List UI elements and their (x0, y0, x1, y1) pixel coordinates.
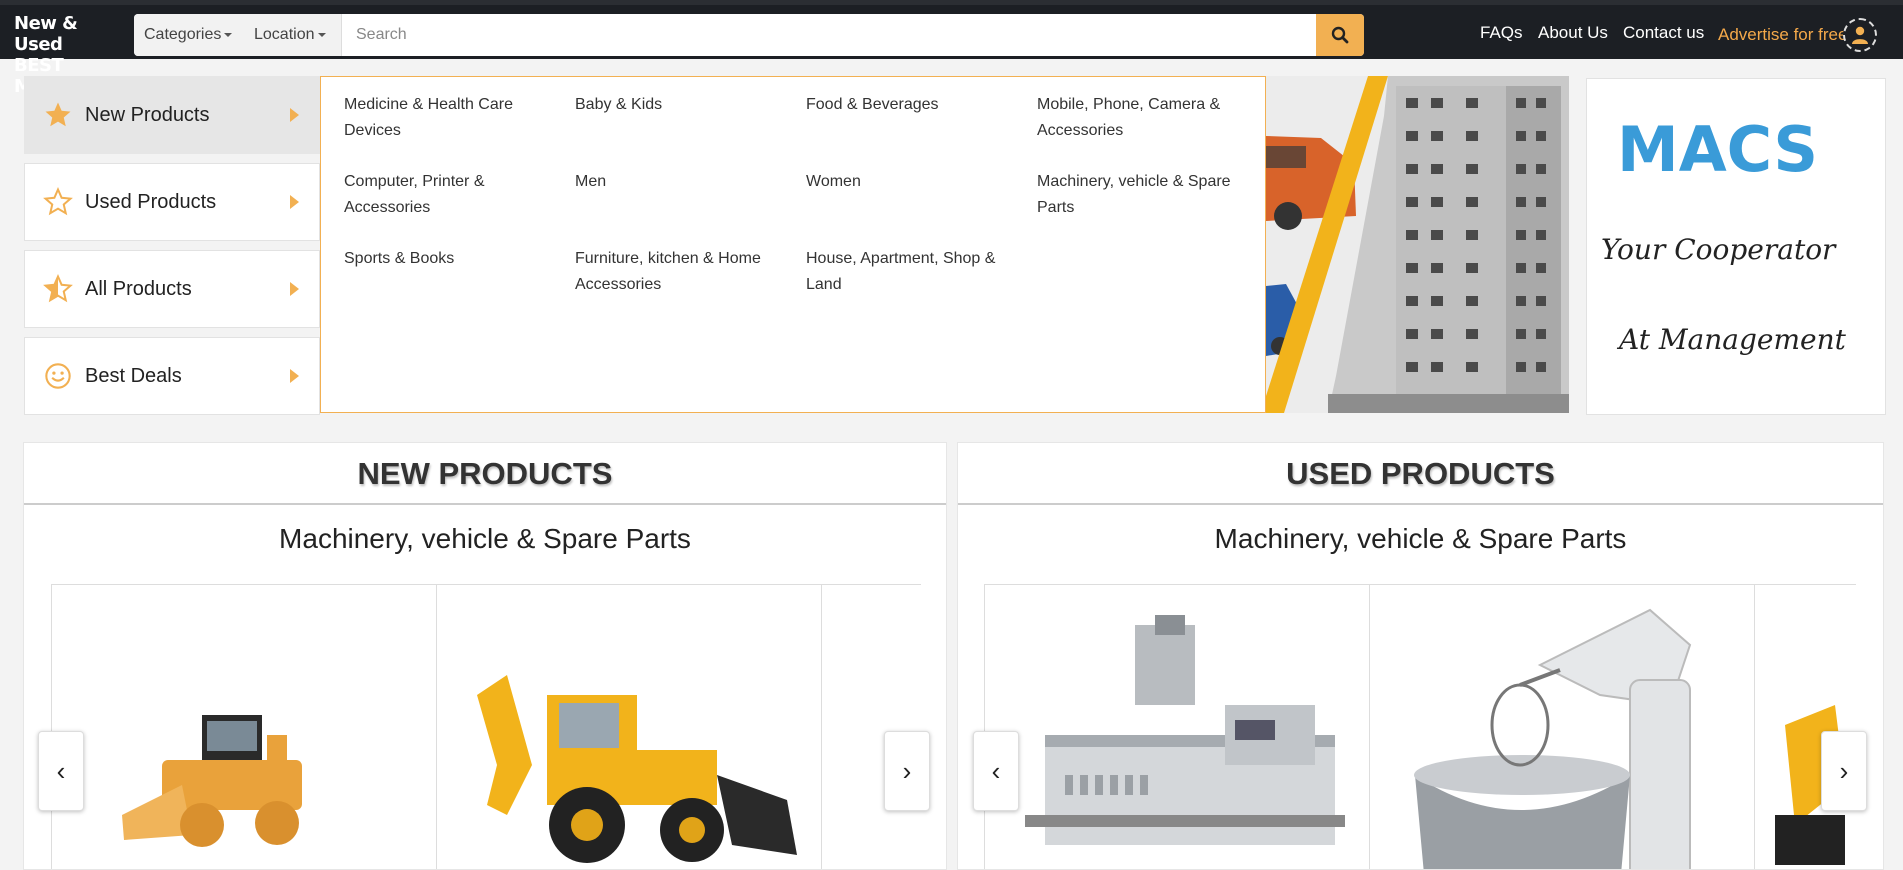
used-products-carousel (984, 584, 1856, 869)
macs-tagline-1: Your Cooperator (1601, 233, 1837, 266)
logo-line1: New & Used (14, 13, 78, 55)
macs-logo: MACS Your Cooperator At Management (1601, 113, 1847, 356)
product-card[interactable] (1369, 584, 1755, 869)
product-card[interactable] (984, 584, 1370, 869)
category-link[interactable]: Machinery, vehicle & Spare Parts (1037, 169, 1237, 221)
top-navbar: New & Used BEST MART Categories Location… (0, 0, 1903, 97)
chevron-right-icon (290, 282, 299, 296)
used-products-prev-button[interactable]: ‹ (973, 731, 1019, 811)
nav-contact-link[interactable]: Contact us (1623, 23, 1704, 43)
site-logo[interactable]: New & Used BEST MART (14, 13, 124, 97)
sidebar-item-all-products[interactable]: All Products (24, 250, 320, 328)
category-link[interactable]: Furniture, kitchen & Home Accessories (575, 246, 775, 298)
star-half-icon (41, 272, 75, 306)
product-card[interactable] (821, 584, 921, 869)
new-products-prev-button[interactable]: ‹ (38, 731, 84, 811)
nav-about-link[interactable]: About Us (1538, 23, 1608, 43)
smiley-icon (41, 359, 75, 393)
sidebar-item-used-products[interactable]: Used Products (24, 163, 320, 241)
search-button[interactable] (1316, 14, 1364, 56)
user-account-button[interactable] (1843, 18, 1877, 52)
new-products-subtitle: Machinery, vehicle & Spare Parts (279, 523, 691, 554)
star-outline-icon (41, 185, 75, 219)
compactor-image (122, 715, 302, 847)
macs-tagline-2: At Management (1616, 323, 1847, 356)
category-link[interactable]: Women (806, 169, 1006, 195)
used-products-next-button[interactable]: › (1821, 731, 1867, 811)
star-filled-icon (41, 98, 75, 132)
category-link[interactable]: Food & Beverages (806, 92, 1006, 118)
user-icon (1852, 26, 1868, 44)
chevron-right-icon (290, 369, 299, 383)
caret-down-icon (317, 32, 326, 37)
search-bar: Categories Location (134, 14, 1364, 56)
sidebar-item-label: Best Deals (85, 364, 182, 387)
excavator-image (1775, 705, 1845, 865)
used-products-title: USED PRODUCTS (958, 443, 1883, 505)
categories-label: Categories (144, 26, 222, 43)
categories-dropdown[interactable]: Categories (134, 14, 244, 56)
new-products-next-button[interactable]: › (884, 731, 930, 811)
chevron-right-icon (290, 108, 299, 122)
advertise-link[interactable]: Advertise for free (1718, 25, 1847, 45)
location-dropdown[interactable]: Location (244, 14, 342, 56)
location-label: Location (254, 26, 315, 43)
new-products-carousel (51, 584, 921, 869)
category-link[interactable]: Baby & Kids (575, 92, 775, 118)
promo-banner-image[interactable] (1266, 76, 1569, 413)
used-products-panel: USED PRODUCTS Machinery, vehicle & Spare… (957, 442, 1884, 870)
chevron-right-icon (290, 195, 299, 209)
sidebar-item-best-deals[interactable]: Best Deals (24, 337, 320, 415)
filling-machine-image (1025, 615, 1345, 845)
category-link[interactable]: Mobile, Phone, Camera & Accessories (1037, 92, 1237, 144)
category-mega-menu: Medicine & Health Care Devices Baby & Ki… (320, 76, 1266, 413)
category-link[interactable]: Men (575, 169, 775, 195)
product-card[interactable] (1754, 584, 1856, 869)
macs-ad-banner[interactable]: MACS Your Cooperator At Management (1586, 78, 1886, 415)
used-products-subtitle: Machinery, vehicle & Spare Parts (1214, 523, 1627, 554)
sidebar-item-label: Used Products (85, 190, 217, 213)
sidebar-item-label: New Products (85, 103, 210, 126)
backhoe-loader-image (477, 675, 797, 863)
sidebar-item-label: All Products (85, 277, 192, 300)
category-link[interactable]: Medicine & Health Care Devices (344, 92, 544, 144)
category-link[interactable]: Computer, Printer & Accessories (344, 169, 544, 221)
category-link[interactable]: House, Apartment, Shop & Land (806, 246, 1006, 298)
category-link[interactable]: Sports & Books (344, 246, 544, 272)
stand-mixer-image (1414, 608, 1692, 869)
macs-logo-text: MACS (1617, 113, 1818, 186)
search-input[interactable] (342, 14, 1318, 56)
new-products-title: NEW PRODUCTS (24, 443, 946, 505)
sidebar-item-new-products[interactable]: New Products (24, 76, 320, 154)
product-card[interactable] (51, 584, 437, 869)
new-products-panel: NEW PRODUCTS Machinery, vehicle & Spare … (23, 442, 947, 870)
nav-faqs-link[interactable]: FAQs (1480, 23, 1523, 43)
search-icon (1331, 26, 1349, 44)
banner-illustration (1266, 76, 1569, 413)
product-card[interactable] (436, 584, 822, 869)
caret-down-icon (224, 32, 233, 37)
